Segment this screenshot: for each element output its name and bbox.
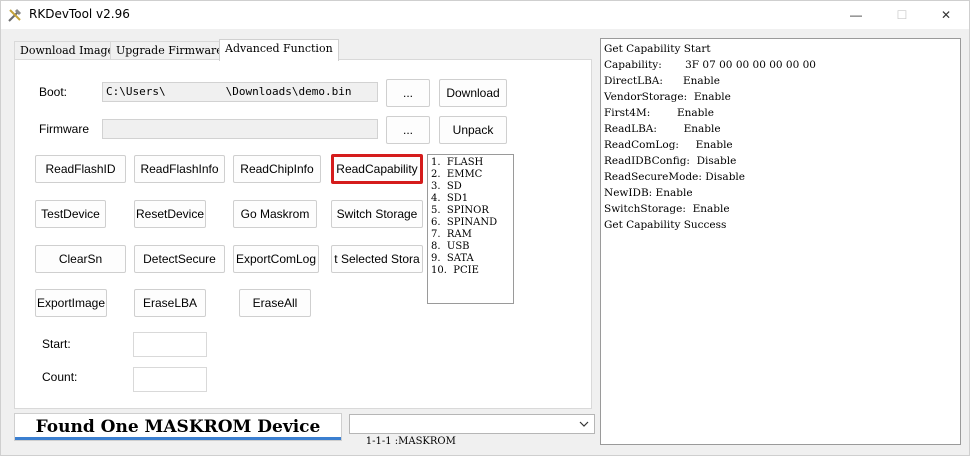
log-line: SwitchStorage: Enable bbox=[604, 203, 730, 215]
log-line: Capability: 3F 07 00 00 00 00 00 00 bbox=[604, 59, 816, 71]
erase-all-button[interactable]: EraseAll bbox=[239, 289, 311, 317]
unpack-button[interactable]: Unpack bbox=[439, 116, 507, 144]
log-line: NewIDB: Enable bbox=[604, 187, 693, 199]
tab-advanced-function[interactable]: Advanced Function bbox=[219, 39, 339, 61]
erase-lba-button[interactable]: EraseLBA bbox=[134, 289, 206, 317]
rk-tools-icon bbox=[8, 8, 22, 22]
minimize-icon: — bbox=[850, 8, 862, 22]
boot-path-suffix: \Downloads\demo.bin bbox=[225, 85, 352, 98]
device-select[interactable]: 1-1-1 :MASKROM bbox=[349, 414, 595, 447]
log-line: DirectLBA: Enable bbox=[604, 75, 720, 87]
reset-device-button[interactable]: ResetDevice bbox=[134, 200, 206, 228]
list-item[interactable]: 1. FLASH bbox=[431, 157, 513, 169]
window-title: RKDevTool v2.96 bbox=[29, 7, 130, 21]
log-output[interactable]: Get Capability Start Capability: 3F 07 0… bbox=[600, 38, 961, 445]
device-status: Found One MASKROM Device bbox=[14, 413, 342, 441]
count-input[interactable] bbox=[133, 367, 207, 392]
start-label: Start: bbox=[42, 337, 71, 351]
detect-secure-button[interactable]: DetectSecure bbox=[134, 245, 225, 273]
log-line: Get Capability Start bbox=[604, 43, 711, 55]
go-maskrom-button[interactable]: Go Maskrom bbox=[233, 200, 317, 228]
chevron-down-icon[interactable] bbox=[577, 416, 591, 432]
log-line: ReadSecureMode: Disable bbox=[604, 171, 745, 183]
log-line: ReadComLog: Enable bbox=[604, 139, 733, 151]
title-bar[interactable]: RKDevTool v2.96 — ☐ ✕ bbox=[1, 1, 969, 29]
firmware-browse-button[interactable]: ... bbox=[386, 116, 430, 144]
boot-label: Boot: bbox=[39, 85, 68, 99]
clear-sn-button[interactable]: ClearSn bbox=[35, 245, 126, 273]
log-line: ReadIDBConfig: Disable bbox=[604, 155, 737, 167]
list-item[interactable]: 4. SD1 bbox=[431, 193, 513, 205]
list-item[interactable]: 7. RAM bbox=[431, 229, 513, 241]
log-line: ReadLBA: Enable bbox=[604, 123, 721, 135]
storage-list[interactable]: 1. FLASH 2. EMMC 3. SD 4. SD1 5. SPINOR … bbox=[427, 154, 514, 304]
log-line: VendorStorage: Enable bbox=[604, 91, 731, 103]
read-flash-info-button[interactable]: ReadFlashInfo bbox=[134, 155, 225, 183]
maximize-icon: ☐ bbox=[896, 8, 908, 22]
maximize-button[interactable]: ☐ bbox=[879, 1, 925, 29]
firmware-label: Firmware bbox=[39, 122, 89, 136]
boot-path-prefix: C:\Users\ bbox=[106, 85, 166, 98]
close-icon: ✕ bbox=[940, 8, 952, 22]
redacted-username bbox=[165, 83, 226, 99]
app-window: RKDevTool v2.96 — ☐ ✕ Download Image Upg… bbox=[0, 0, 970, 456]
read-flash-id-button[interactable]: ReadFlashID bbox=[35, 155, 126, 183]
start-input[interactable] bbox=[133, 332, 207, 357]
device-select-value: 1-1-1 :MASKROM bbox=[365, 436, 456, 447]
list-item[interactable]: 5. SPINOR bbox=[431, 205, 513, 217]
download-button[interactable]: Download bbox=[439, 79, 507, 107]
close-button[interactable]: ✕ bbox=[923, 1, 969, 29]
log-line: First4M: Enable bbox=[604, 107, 714, 119]
read-capability-button[interactable]: ReadCapability bbox=[331, 154, 423, 184]
list-item[interactable]: 8. USB bbox=[431, 241, 513, 253]
status-text: Found One MASKROM Device bbox=[35, 417, 321, 437]
list-item[interactable]: 3. SD bbox=[431, 181, 513, 193]
status-accent-bar bbox=[15, 437, 341, 440]
test-device-button[interactable]: TestDevice bbox=[35, 200, 106, 228]
boot-browse-button[interactable]: ... bbox=[386, 79, 430, 107]
export-image-button[interactable]: ExportImage bbox=[35, 289, 107, 317]
switch-storage-button[interactable]: Switch Storage bbox=[331, 200, 423, 228]
boot-path-field[interactable]: C:\Users\ \Downloads\demo.bin bbox=[102, 82, 378, 102]
list-item[interactable]: 2. EMMC bbox=[431, 169, 513, 181]
log-line: Get Capability Success bbox=[604, 219, 727, 231]
list-item[interactable]: 9. SATA bbox=[431, 253, 513, 265]
export-com-log-button[interactable]: ExportComLog bbox=[233, 245, 319, 273]
list-item[interactable]: 10. PCIE bbox=[431, 265, 513, 277]
count-label: Count: bbox=[42, 370, 78, 384]
list-item[interactable]: 6. SPINAND bbox=[431, 217, 513, 229]
read-chip-info-button[interactable]: ReadChipInfo bbox=[233, 155, 321, 183]
tab-download-image[interactable]: Download Image bbox=[14, 41, 121, 60]
minimize-button[interactable]: — bbox=[833, 1, 879, 29]
tab-upgrade-firmware[interactable]: Upgrade Firmware bbox=[110, 41, 229, 60]
firmware-path-field[interactable] bbox=[102, 119, 378, 139]
export-selected-storage-button[interactable]: t Selected Stora bbox=[331, 245, 423, 273]
